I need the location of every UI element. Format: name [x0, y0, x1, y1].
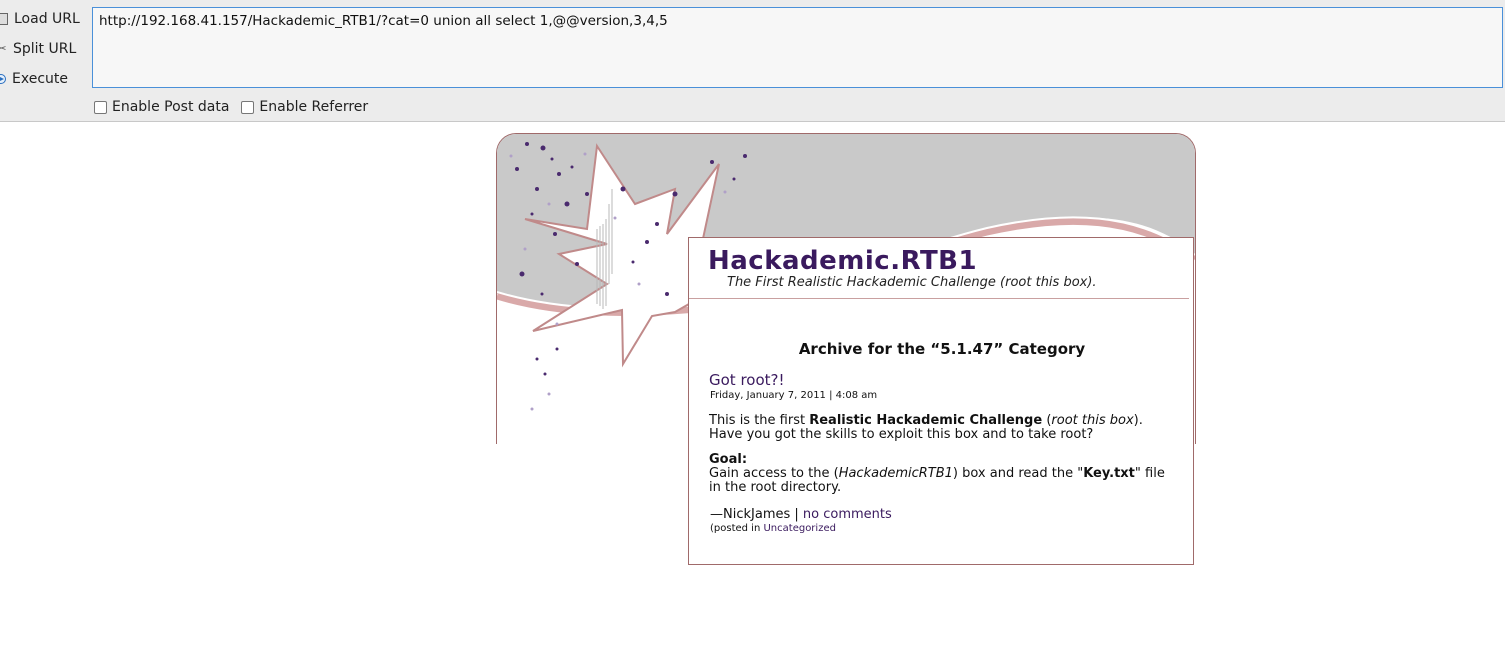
post-title-link[interactable]: Got root?! [709, 371, 785, 389]
checkbox-box[interactable] [94, 100, 107, 114]
author: —NickJames | [710, 507, 803, 522]
post-paragraph-goal: Goal: Gain access to the (HackademicRTB1… [709, 453, 1179, 495]
enable-post-checkbox[interactable]: Enable Post data [94, 99, 229, 115]
category-link[interactable]: Uncategorized [763, 523, 835, 534]
text: ) box and read the " [952, 466, 1084, 481]
site-title[interactable]: Hackademic.RTB1 [708, 246, 977, 276]
archive-heading: Archive for the “5.1.47” Category [798, 340, 1086, 358]
post-date: Friday, January 7, 2011 | 4:08 am [710, 390, 878, 401]
execute-label: Execute [12, 71, 68, 87]
comments-link[interactable]: no comments [803, 507, 892, 522]
text-italic: HackademicRTB1 [838, 466, 953, 481]
goal-label: Goal: [709, 452, 748, 467]
text: This is the first [709, 413, 810, 428]
scissors-icon: ✂ [0, 42, 7, 55]
load-url-button[interactable]: Load URL [0, 6, 88, 32]
enable-referrer-checkbox[interactable]: Enable Referrer [241, 99, 368, 115]
post-category: (posted in Uncategorized [710, 523, 836, 534]
checkbox-box[interactable] [241, 100, 255, 114]
enable-post-label: Enable Post data [112, 99, 230, 115]
enable-referrer-label: Enable Referrer [259, 99, 369, 115]
url-input[interactable]: http://192.168.41.157/Hackademic_RTB1/?c… [92, 7, 1503, 88]
document-icon [0, 13, 8, 25]
site-description: The First Realistic Hackademic Challenge… [727, 275, 1097, 290]
header-divider [689, 298, 1189, 299]
hackbar-options: Enable Post data Enable Referrer [94, 98, 380, 116]
text: Have you got the skills to exploit this … [709, 427, 1094, 442]
split-url-button[interactable]: ✂ Split URL [0, 36, 88, 62]
post-paragraph-intro: This is the first Realistic Hackademic C… [709, 414, 1179, 442]
split-url-label: Split URL [13, 41, 77, 57]
content-box: Hackademic.RTB1 The First Realistic Hack… [688, 237, 1194, 565]
text-bold: Realistic Hackademic Challenge [809, 413, 1043, 428]
url-value: http://192.168.41.157/Hackademic_RTB1/?c… [99, 13, 668, 29]
text: (posted in [710, 523, 764, 534]
text-italic: root this box [1051, 413, 1134, 428]
execute-button[interactable]: Execute [0, 66, 88, 92]
text: Gain access to the ( [709, 466, 839, 481]
post-meta: —NickJames | no comments [710, 507, 892, 522]
text: ). [1133, 413, 1143, 428]
hackbar-toolbar: Load URL ✂ Split URL Execute http://192.… [0, 0, 1505, 122]
load-url-label: Load URL [14, 11, 80, 27]
play-icon [0, 74, 6, 84]
text-bold: Key.txt [1083, 466, 1135, 481]
